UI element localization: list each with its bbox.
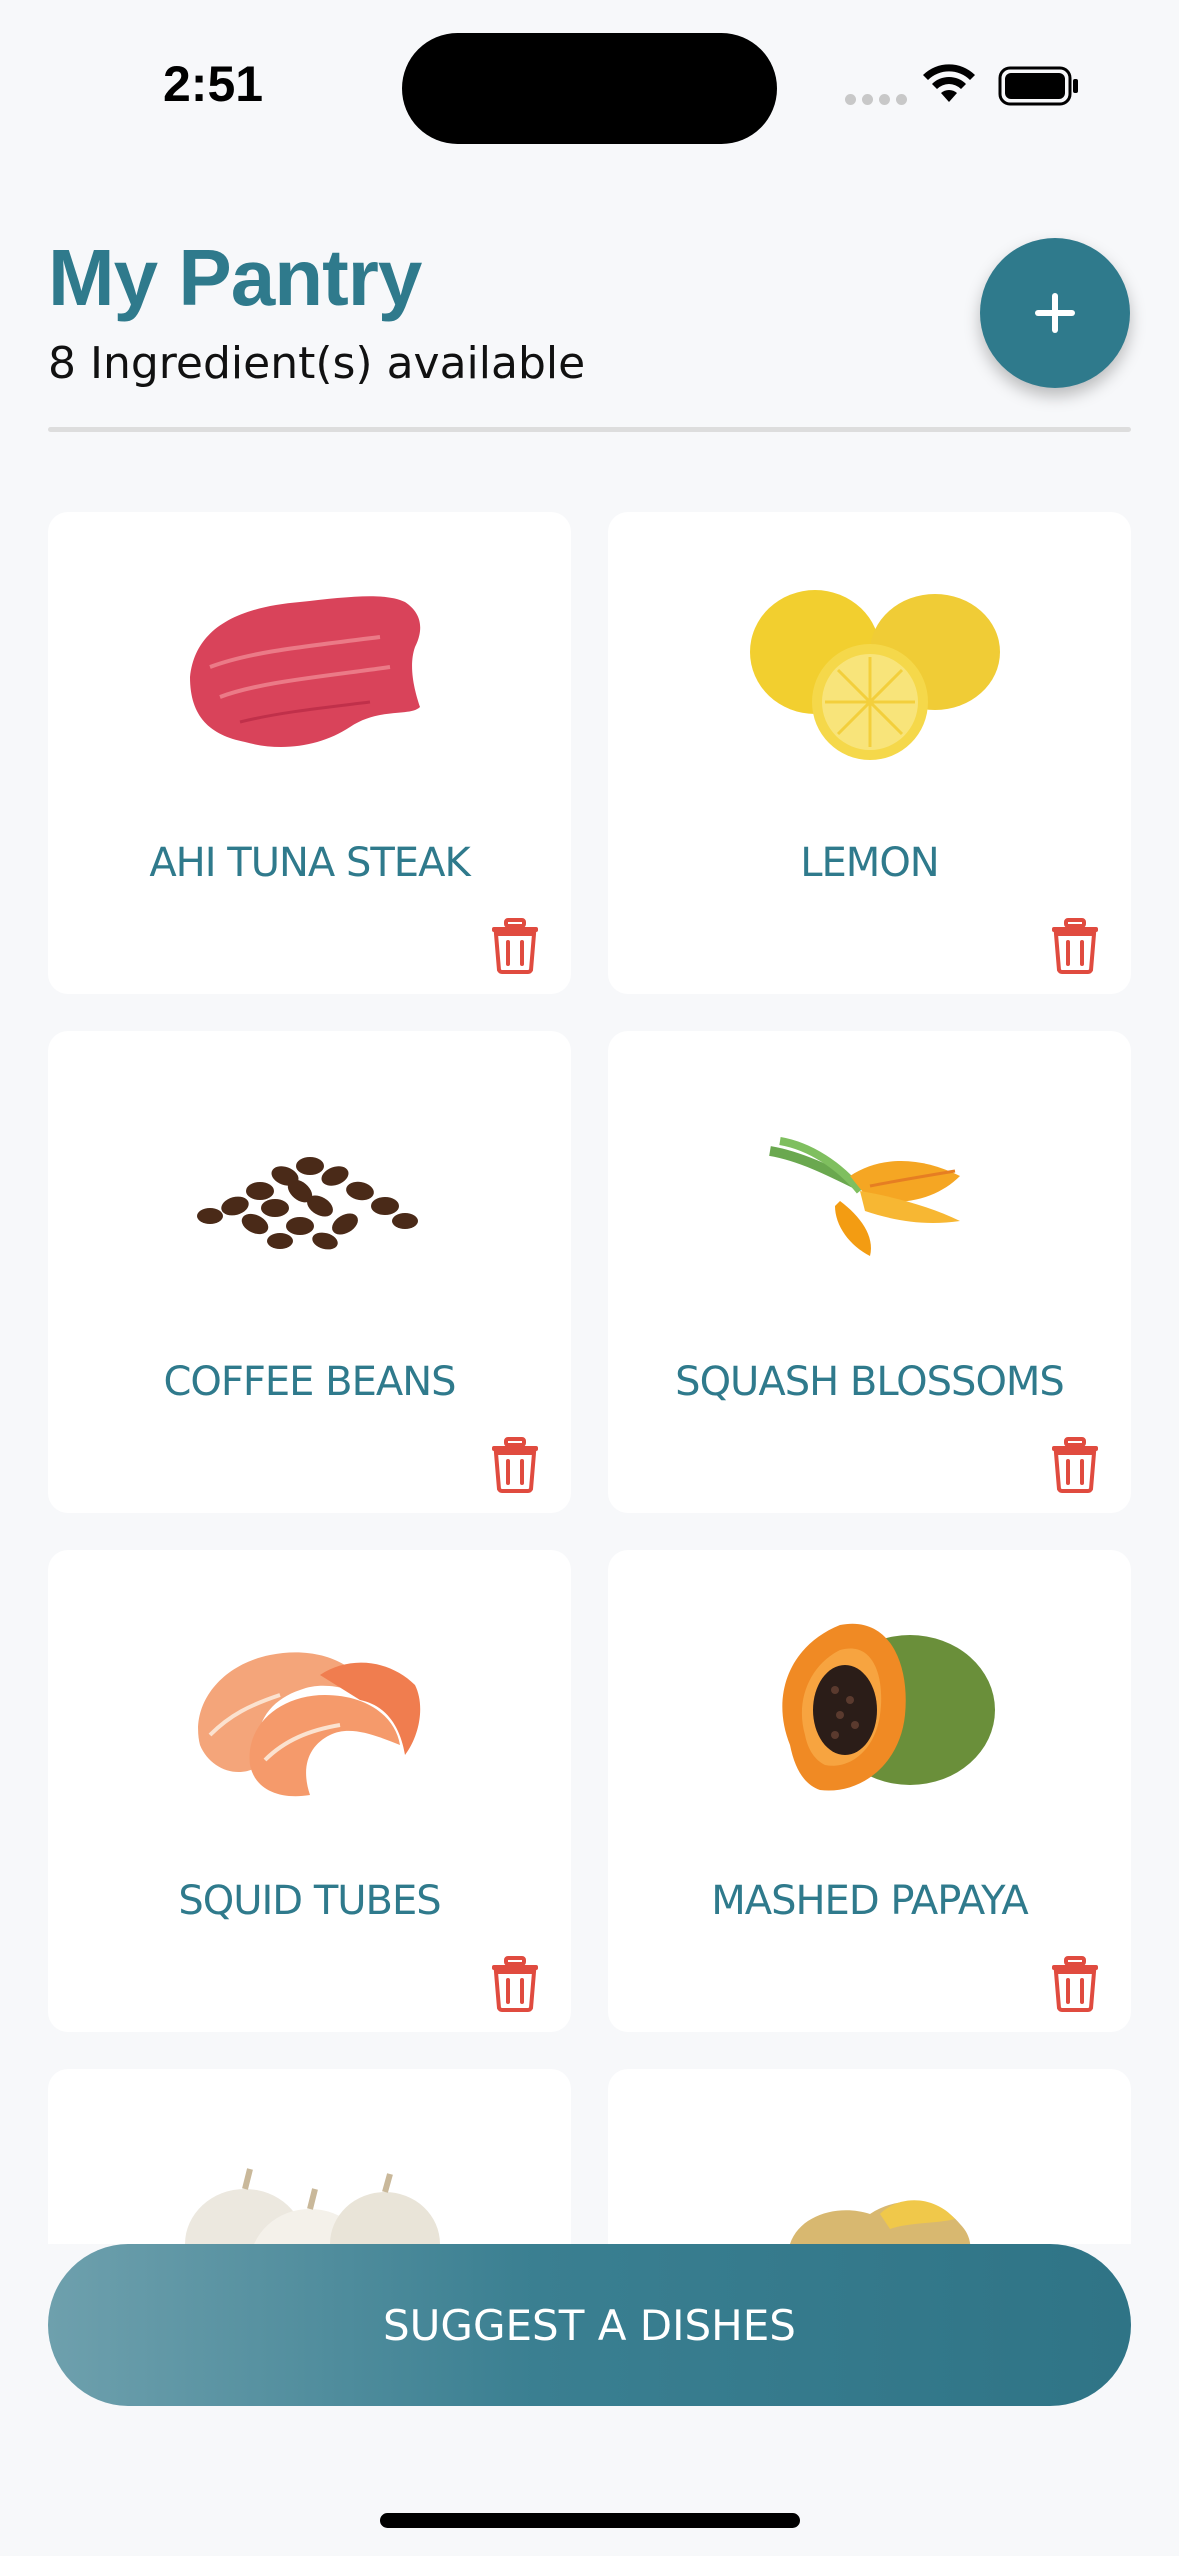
trash-icon[interactable] bbox=[1050, 1956, 1100, 2012]
ingredient-card[interactable]: SQUID TUBES bbox=[48, 1550, 571, 2032]
ingredient-name: AHI TUNA STEAK bbox=[149, 840, 470, 886]
ingredient-card[interactable]: LEMON bbox=[608, 512, 1131, 994]
plus-icon bbox=[1035, 293, 1075, 333]
ingredient-card[interactable]: AHI TUNA STEAK bbox=[48, 512, 571, 994]
ingredient-card[interactable] bbox=[48, 2069, 571, 2244]
status-time: 2:51 bbox=[163, 56, 264, 112]
ingredient-count: 8 Ingredient(s) available bbox=[48, 338, 586, 389]
squash-blossoms-image bbox=[710, 1076, 1030, 1306]
signal-dots-icon bbox=[845, 94, 907, 105]
papaya-image bbox=[710, 1595, 1030, 1825]
coffee-beans-image bbox=[150, 1076, 470, 1306]
status-bar: 2:51 bbox=[0, 0, 1179, 170]
ingredient-name: LEMON bbox=[800, 840, 939, 886]
ingredient-grid-scroll[interactable]: AHI TUNA STEAK LEMON COFFEE BEANS SQUASH… bbox=[0, 432, 1179, 2244]
shrimp-image bbox=[150, 1595, 470, 1825]
ingredient-card[interactable] bbox=[608, 2069, 1131, 2244]
trash-icon[interactable] bbox=[1050, 918, 1100, 974]
ingredient-card[interactable]: SQUASH BLOSSOMS bbox=[608, 1031, 1131, 1513]
home-indicator[interactable] bbox=[380, 2513, 800, 2528]
add-ingredient-button[interactable] bbox=[980, 238, 1130, 388]
tuna-steak-image bbox=[150, 557, 470, 787]
battery-icon bbox=[998, 66, 1078, 106]
ingredient-name: COFFEE BEANS bbox=[163, 1359, 456, 1405]
ingredient-name: MASHED PAPAYA bbox=[711, 1878, 1029, 1924]
ingredient-card[interactable]: COFFEE BEANS bbox=[48, 1031, 571, 1513]
garlic-image bbox=[150, 2114, 470, 2244]
suggest-dishes-button[interactable]: SUGGEST A DISHES bbox=[48, 2244, 1131, 2406]
ingredient-grid: AHI TUNA STEAK LEMON COFFEE BEANS SQUASH… bbox=[48, 512, 1131, 2244]
ingredient-name: SQUID TUBES bbox=[178, 1878, 441, 1924]
page-title: My Pantry bbox=[48, 233, 422, 322]
dynamic-island bbox=[402, 33, 777, 144]
lemon-image bbox=[710, 557, 1030, 787]
trash-icon[interactable] bbox=[490, 1437, 540, 1493]
ingredient-card[interactable]: MASHED PAPAYA bbox=[608, 1550, 1131, 2032]
trash-icon[interactable] bbox=[490, 918, 540, 974]
trash-icon[interactable] bbox=[1050, 1437, 1100, 1493]
ginger-image bbox=[710, 2114, 1030, 2244]
wifi-icon bbox=[923, 64, 975, 102]
ingredient-name: SQUASH BLOSSOMS bbox=[675, 1359, 1065, 1405]
trash-icon[interactable] bbox=[490, 1956, 540, 2012]
